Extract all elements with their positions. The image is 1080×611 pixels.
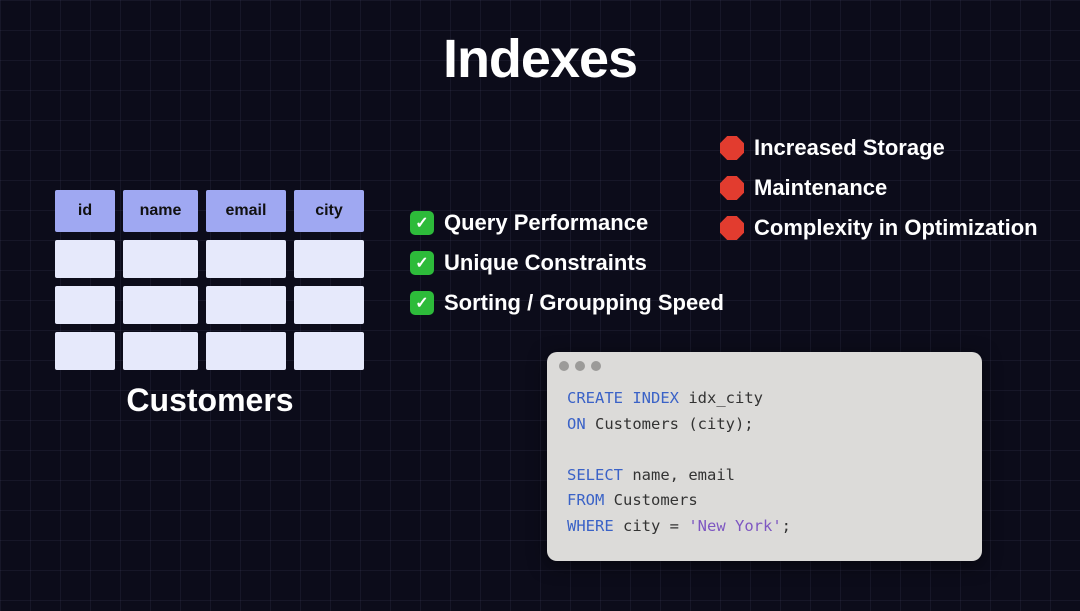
pros-list: ✓ Query Performance ✓ Unique Constraints… [410,210,724,330]
pro-label: Sorting / Groupping Speed [444,290,724,316]
stop-icon [720,136,744,160]
con-label: Increased Storage [754,135,945,161]
table-cell [294,332,364,370]
traffic-light-icon [591,361,601,371]
col-header-city: city [294,190,364,232]
col-header-email: email [206,190,286,232]
col-header-name: name [123,190,198,232]
stop-icon [720,216,744,240]
pro-label: Query Performance [444,210,648,236]
table-cell [55,332,115,370]
con-item: Complexity in Optimization [720,215,1038,241]
traffic-light-icon [575,361,585,371]
code-window: CREATE INDEX idx_city ON Customers (city… [547,352,982,561]
con-label: Complexity in Optimization [754,215,1038,241]
pro-label: Unique Constraints [444,250,647,276]
pro-item: ✓ Query Performance [410,210,724,236]
table-cell [55,286,115,324]
stop-icon [720,176,744,200]
col-header-id: id [55,190,115,232]
check-icon: ✓ [410,291,434,315]
table-cell [206,286,286,324]
con-label: Maintenance [754,175,887,201]
table-cell [123,332,198,370]
check-icon: ✓ [410,211,434,235]
table-cell [123,240,198,278]
customers-table: id name email city Customers [55,190,365,419]
table-cell [55,240,115,278]
table-cell [206,332,286,370]
cons-list: Increased Storage Maintenance Complexity… [720,135,1038,255]
pro-item: ✓ Sorting / Groupping Speed [410,290,724,316]
con-item: Maintenance [720,175,1038,201]
page-title: Indexes [0,28,1080,90]
con-item: Increased Storage [720,135,1038,161]
table-cell [123,286,198,324]
table-cell [294,286,364,324]
table-cell [294,240,364,278]
traffic-light-icon [559,361,569,371]
table-caption: Customers [55,382,365,419]
sql-code: CREATE INDEX idx_city ON Customers (city… [547,380,982,561]
table-cell [206,240,286,278]
check-icon: ✓ [410,251,434,275]
window-chrome [547,352,982,380]
pro-item: ✓ Unique Constraints [410,250,724,276]
